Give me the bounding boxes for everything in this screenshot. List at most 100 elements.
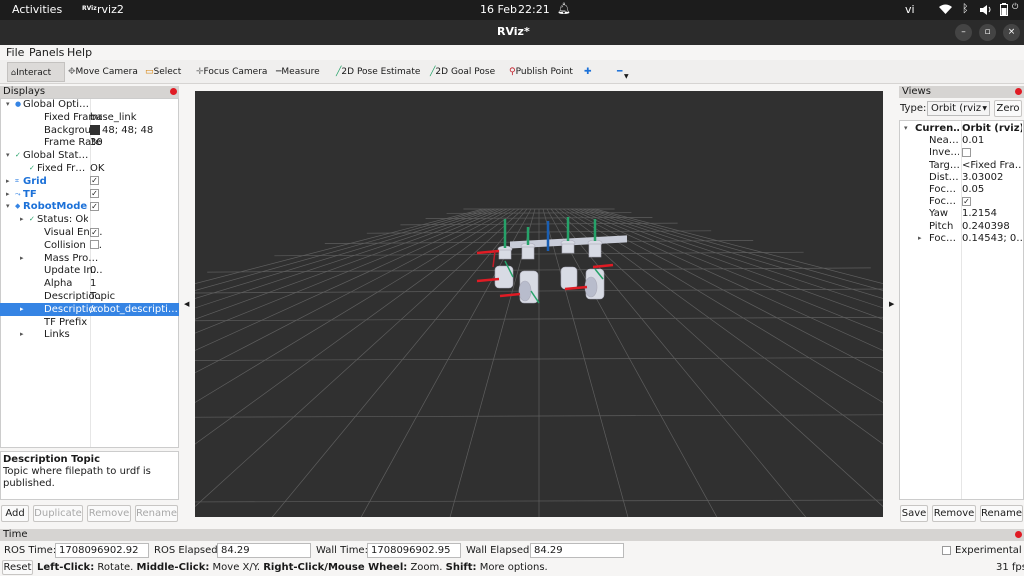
reset-button[interactable]: Reset [2,560,33,575]
collapse-arrow-icon[interactable]: ▸ [20,303,24,316]
view-property-checkbox[interactable] [962,146,1022,159]
display-tree-row[interactable]: ▸ ⌗ Grid ✓ [0,175,179,188]
collapse-left-arrow[interactable]: ◀ [184,300,189,308]
focus-camera-tool[interactable]: ✛Focus Camera [193,62,270,82]
view-tree-row[interactable]: Inve… [899,146,1024,159]
display-tree-row[interactable]: Descriptio… Topic [0,290,179,303]
select-tool[interactable]: ▭Select [142,62,184,82]
expand-arrow-icon[interactable]: ▾ [6,149,10,162]
zero-view-button[interactable]: Zero [994,100,1022,117]
display-tree-row[interactable]: ▸ Descriptio…/robot_descripti… [0,302,179,316]
collapse-arrow-icon[interactable]: ▸ [20,252,24,265]
collapse-right-arrow[interactable]: ▶ [889,300,894,308]
display-tree-row[interactable]: Visual Ena… ✓ [0,226,179,239]
view-tree-row[interactable]: Pitch 0.240398 [899,220,1024,233]
display-tree-row[interactable]: ▸ ⤳ TF ✓ [0,188,179,201]
close-icon[interactable] [170,88,177,95]
collapse-arrow-icon[interactable]: ▸ [918,232,922,245]
view-property-value: 0.240398 [962,220,1010,232]
collapse-arrow-icon[interactable]: ▸ [20,213,24,226]
view-tree-row[interactable]: Dist… 3.03002 [899,171,1024,184]
input-language[interactable]: vi [905,3,915,16]
view-tree-row[interactable]: Targ… <Fixed Fra… [899,159,1024,172]
display-tree-row[interactable]: Backgrou… 48; 48; 48 [0,124,179,137]
display-tree-row[interactable]: Fixed Frame base_link [0,111,179,124]
checkbox[interactable]: ✓ [90,227,99,237]
view-tree-row[interactable]: Foc… 0.05 [899,183,1024,196]
render-viewport[interactable] [195,91,883,517]
display-tree-row[interactable]: Update In… 0 [0,264,179,277]
collapse-arrow-icon[interactable]: ▸ [6,175,10,188]
app-menu[interactable]: rviz2 [97,3,124,16]
display-tree-row[interactable]: ▾ ✓ Global Stat… [0,149,179,162]
collapse-arrow-icon[interactable]: ▸ [20,328,24,341]
display-tree-row[interactable]: Collision E… [0,239,179,252]
publish-point-tool[interactable]: ⚲Publish Point [506,62,576,82]
activities-button[interactable]: Activities [12,3,62,16]
property-checkbox[interactable]: ✓ [90,226,178,239]
ros-time-field[interactable]: 1708096902.92 [55,543,149,558]
remove-display-button[interactable]: Remove [87,505,131,522]
display-tree-row[interactable]: ✓ Fixed Fr… OK [0,162,179,175]
checkbox[interactable]: ✓ [90,189,99,199]
view-property-checkbox[interactable]: ✓ [962,195,1022,208]
wall-elapsed-field[interactable]: 84.29 [530,543,624,558]
minimize-button[interactable]: – [955,24,972,41]
display-tree-row[interactable]: Frame Rate 30 [0,136,179,149]
menu-panels[interactable]: Panels [29,46,64,59]
view-tree-row[interactable]: ▸ Foc… 0.14543; 0… [899,232,1024,245]
maximize-button[interactable]: ▫ [979,24,996,41]
property-checkbox[interactable] [90,239,178,252]
duplicate-display-button[interactable]: Duplicate [33,505,83,522]
add-display-button[interactable]: Add [1,505,29,522]
display-tree-row[interactable]: ▸ ✓ Status: Ok [0,213,179,226]
display-tree-row[interactable]: ▸ Links [0,328,179,341]
clock-time[interactable]: 22:21 [518,3,550,16]
checkbox[interactable] [962,147,971,157]
display-tree-row[interactable]: ▸ Mass Pro… [0,252,179,265]
color-swatch[interactable] [90,124,100,135]
ros-elapsed-field[interactable]: 84.29 [217,543,311,558]
wall-time-field[interactable]: 1708096902.95 [367,543,461,558]
collapse-arrow-icon[interactable]: ▸ [6,188,10,201]
close-button[interactable]: × [1003,24,1020,41]
menu-help[interactable]: Help [67,46,92,59]
view-tree-row[interactable]: Foc… ✓ [899,195,1024,208]
power-icon[interactable]: ⏻ [1012,2,1018,12]
display-tree-row[interactable]: TF Prefix [0,316,179,329]
chevron-down-icon[interactable]: ▼ [624,73,629,80]
clock-date[interactable]: 16 Feb [480,3,517,16]
goal-pose-tool[interactable]: ╱2D Goal Pose [427,62,498,82]
view-tree-row[interactable]: Nea… 0.01 [899,134,1024,147]
display-tree-row[interactable]: Alpha 1 [0,277,179,290]
experimental-checkbox[interactable] [942,546,951,555]
view-property-value: 0.14543; 0… [962,232,1022,244]
remove-view-button[interactable]: Remove [932,505,976,522]
view-tree-row[interactable]: ▾ Curren… Orbit (rviz) [899,122,1024,135]
display-tree-row[interactable]: ▾ ◆ RobotModel ✓ [0,200,179,213]
expand-arrow-icon[interactable]: ▾ [904,122,908,135]
move-camera-tool[interactable]: ✥Move Camera [65,62,141,82]
checkbox[interactable]: ✓ [962,196,971,206]
close-icon[interactable] [1015,88,1022,95]
expand-arrow-icon[interactable]: ▾ [6,98,10,111]
rename-display-button[interactable]: Rename [135,505,178,522]
view-type-select[interactable]: Orbit (rviz ▼ [927,101,990,116]
display-tree-row[interactable]: ▾ ● Global Opti… [0,98,179,111]
measure-tool[interactable]: ━Measure [273,62,323,82]
property-checkbox[interactable]: ✓ [90,175,178,188]
property-checkbox[interactable]: ✓ [90,200,178,213]
view-tree-row[interactable]: Yaw 1.2154 [899,207,1024,220]
checkbox[interactable]: ✓ [90,201,99,211]
add-tool-button[interactable]: ✚ [581,62,595,82]
close-icon[interactable] [1015,531,1022,538]
checkbox[interactable] [90,240,99,250]
pose-estimate-tool[interactable]: ╱2D Pose Estimate [333,62,423,82]
menu-file[interactable]: File [6,46,24,59]
rename-view-button[interactable]: Rename [980,505,1023,522]
checkbox[interactable]: ✓ [90,176,99,186]
interact-tool[interactable]: ⌂Interact [7,62,65,82]
save-view-button[interactable]: Save [900,505,928,522]
expand-arrow-icon[interactable]: ▾ [6,200,10,213]
property-checkbox[interactable]: ✓ [90,188,178,201]
